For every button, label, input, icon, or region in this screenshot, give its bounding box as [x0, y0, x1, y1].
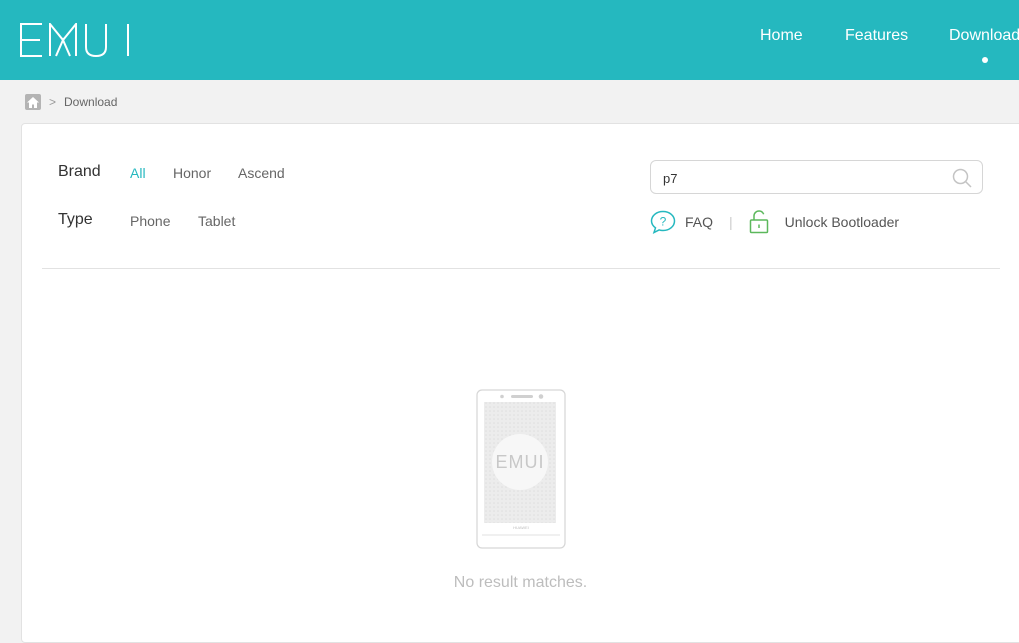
breadcrumb-separator: > [49, 95, 57, 109]
faq-link[interactable]: ? FAQ [650, 210, 713, 234]
unlock-bootloader-label: Unlock Bootloader [784, 214, 900, 230]
type-filter-label: Type [58, 211, 93, 228]
unlock-bootloader-link[interactable]: Unlock Bootloader [749, 210, 899, 234]
breadcrumb: > Download [25, 94, 117, 110]
download-panel: Brand All Honor Ascend Type Phone Tablet… [21, 123, 1019, 643]
links-separator: | [729, 214, 733, 230]
main-nav: Home Features Download [0, 0, 1019, 80]
nav-features[interactable]: Features [845, 27, 908, 45]
brand-filter-label: Brand [58, 163, 101, 180]
type-option-phone[interactable]: Phone [130, 213, 170, 229]
question-bubble-icon: ? [650, 210, 676, 234]
search-box [650, 160, 983, 194]
svg-text:?: ? [660, 215, 667, 229]
site-header: Home Features Download [0, 0, 1019, 80]
phone-illustration: EMUI HUAWEI [476, 389, 566, 554]
brand-option-all[interactable]: All [130, 165, 146, 181]
type-option-tablet[interactable]: Tablet [198, 213, 235, 229]
phone-brand-text: HUAWEI [513, 525, 529, 530]
search-input[interactable] [663, 169, 943, 187]
help-links: ? FAQ | Unlock Bootloader [650, 210, 899, 234]
brand-option-ascend[interactable]: Ascend [238, 165, 285, 181]
nav-home[interactable]: Home [760, 27, 803, 45]
phone-screen-logo: EMUI [495, 452, 545, 472]
nav-download[interactable]: Download [949, 27, 1019, 45]
brand-option-honor[interactable]: Honor [173, 165, 211, 181]
search-icon[interactable] [952, 168, 972, 193]
section-divider [42, 268, 1000, 269]
faq-label: FAQ [685, 214, 714, 230]
unlock-icon [749, 210, 769, 234]
breadcrumb-current: Download [64, 95, 118, 109]
no-results-message: No result matches. [453, 574, 588, 591]
nav-active-indicator [982, 57, 988, 63]
home-icon[interactable] [25, 94, 41, 110]
